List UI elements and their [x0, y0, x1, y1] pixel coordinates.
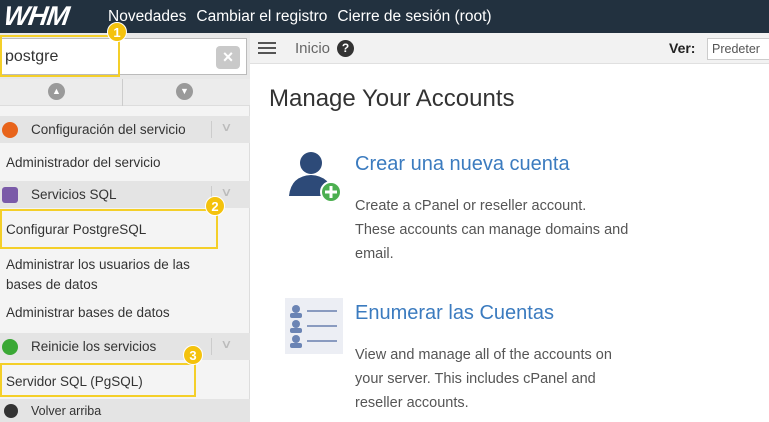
sidebar-item-manage-db-users[interactable]: Administrar los usuarios de las bases de…	[6, 255, 221, 295]
chevron-down-icon[interactable]: ∨	[220, 337, 232, 351]
section-label: Servicios SQL	[31, 187, 117, 202]
annotation-badge-2: 2	[205, 196, 225, 216]
help-icon[interactable]: ?	[337, 39, 355, 57]
list-accounts-desc: View and manage all of the accounts on y…	[355, 347, 612, 411]
sidebar-scroll-controls: ▲ ▼	[0, 79, 250, 106]
create-account-desc: Create a cPanel or reseller account. The…	[355, 198, 629, 262]
item-label: Administrar los usuarios de las bases de…	[6, 257, 190, 292]
account-list-icon[interactable]	[285, 298, 343, 354]
nav-logout[interactable]: Cierre de sesión (root)	[337, 8, 491, 26]
scroll-up-icon[interactable]: ▲	[48, 83, 65, 100]
database-icon	[2, 186, 18, 203]
highlight-box-2	[0, 209, 218, 249]
top-nav: Novedades Cambiar el registro Cierre de …	[108, 8, 502, 26]
view-label: Ver:	[669, 40, 696, 56]
sidebar-item-service-manager[interactable]: Administrador del servicio	[6, 153, 161, 173]
section-label: Configuración del servicio	[31, 122, 186, 137]
highlight-box-1	[0, 35, 120, 77]
chevron-down-icon[interactable]: ∨	[220, 120, 232, 134]
view-select[interactable]: Predeter	[707, 38, 769, 60]
arrow-up-icon	[4, 403, 18, 418]
back-to-top-label: Volver arriba	[31, 403, 102, 418]
annotation-badge-1: 1	[107, 22, 127, 42]
create-account-link[interactable]: Crear una nueva cuenta	[355, 153, 570, 176]
annotation-badge-3: 3	[183, 345, 203, 365]
restart-icon	[2, 338, 18, 355]
page-title: Manage Your Accounts	[269, 85, 515, 112]
wrench-icon	[2, 121, 18, 138]
whm-logo[interactable]: WHM	[0, 0, 108, 33]
chevron-down-icon[interactable]: ∨	[220, 185, 232, 199]
highlight-box-3	[0, 363, 196, 397]
menu-toggle-icon[interactable]	[258, 42, 276, 54]
add-user-icon[interactable]	[287, 150, 343, 206]
divider	[211, 121, 212, 138]
section-restart-services[interactable]: Reinicie los servicios ∨	[0, 333, 250, 360]
scroll-down-icon[interactable]: ▼	[176, 83, 193, 100]
clear-search-icon[interactable]: ×	[216, 46, 240, 69]
breadcrumb-home[interactable]: Inicio	[295, 40, 330, 57]
sidebar: × 1 ▲ ▼ Configuración del servicio ∨ Adm…	[0, 22, 250, 422]
divider	[211, 338, 212, 355]
sidebar-item-manage-databases[interactable]: Administrar bases de datos	[6, 303, 170, 323]
section-service-config[interactable]: Configuración del servicio ∨	[0, 116, 250, 143]
list-accounts-link[interactable]: Enumerar las Cuentas	[355, 302, 554, 325]
section-label: Reinicie los servicios	[31, 339, 157, 354]
back-to-top[interactable]: Volver arriba	[0, 399, 250, 422]
breadcrumb: Inicio ? Ver: Predeter	[250, 33, 769, 64]
logo-text: WHM	[1, 1, 71, 31]
divider	[122, 79, 123, 106]
nav-change-log[interactable]: Cambiar el registro	[196, 8, 327, 26]
